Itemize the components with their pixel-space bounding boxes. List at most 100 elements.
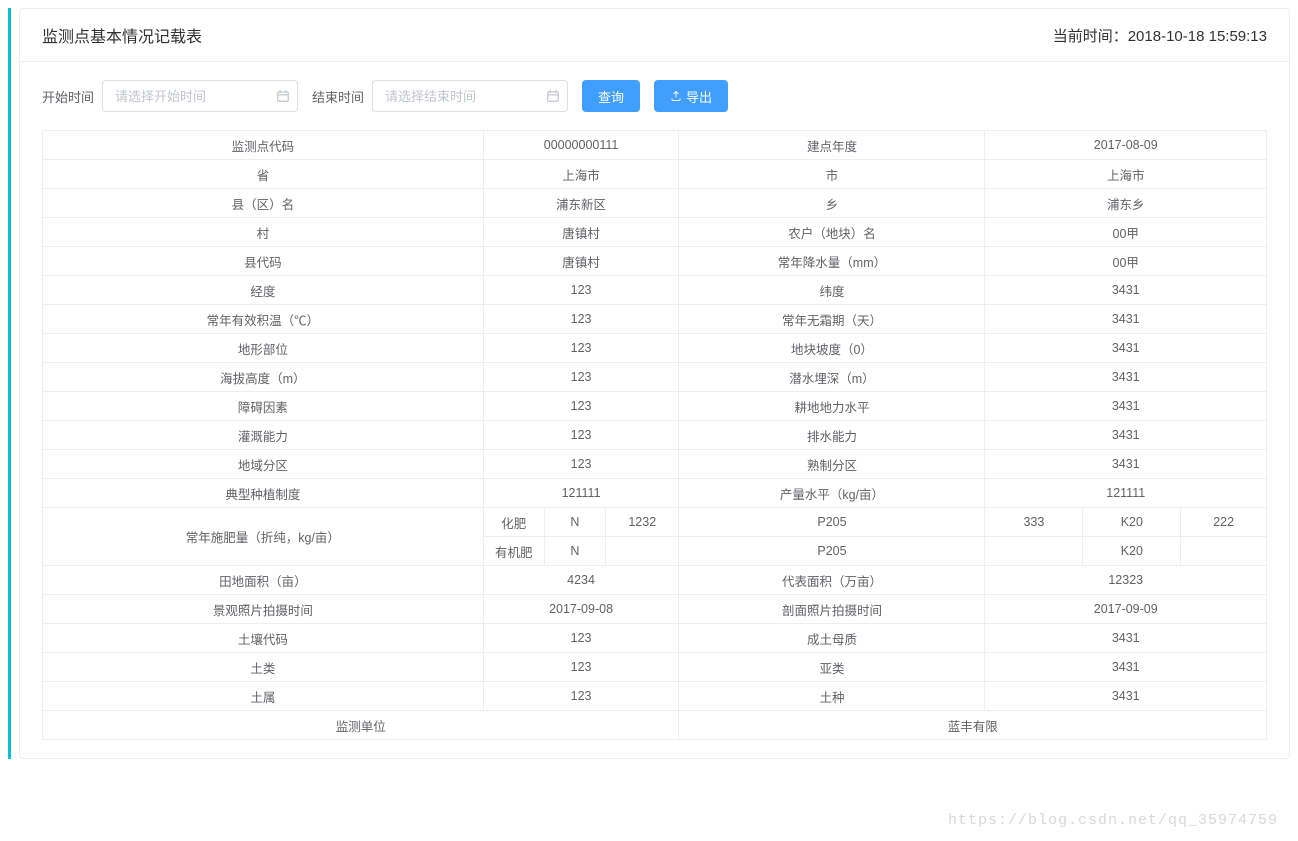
field-label: 县（区）名 (43, 189, 484, 218)
k-value: 222 (1181, 508, 1267, 537)
field-value: 12323 (985, 566, 1267, 595)
field-label: 田地面积（亩） (43, 566, 484, 595)
field-value: 3431 (985, 682, 1267, 711)
field-value: 3431 (985, 624, 1267, 653)
end-time-label: 结束时间 (312, 87, 364, 106)
start-time-input[interactable] (102, 80, 298, 112)
fertilizer-row-label: 常年施肥量（折纯，kg/亩） (43, 508, 484, 566)
field-label: 建点年度 (679, 131, 985, 160)
export-button[interactable]: 导出 (654, 80, 728, 112)
field-label: 村 (43, 218, 484, 247)
field-value: 123 (483, 305, 679, 334)
field-label: 农户（地块）名 (679, 218, 985, 247)
table-row: 常年有效积温（℃）123常年无霜期（天）3431 (43, 305, 1267, 334)
table-row: 典型种植制度121111产量水平（kg/亩）121111 (43, 479, 1267, 508)
panel-header: 监测点基本情况记载表 当前时间：2018-10-18 15:59:13 (20, 9, 1289, 62)
field-value: 00000000111 (483, 131, 679, 160)
field-value: 00甲 (985, 218, 1267, 247)
field-value: 121111 (483, 479, 679, 508)
field-label: 地形部位 (43, 334, 484, 363)
field-value: 3431 (985, 392, 1267, 421)
filter-bar: 开始时间 结束时间 查询 导出 (20, 62, 1289, 130)
field-value: 3431 (985, 450, 1267, 479)
table-row: 土属123土种3431 (43, 682, 1267, 711)
n-label: N (544, 508, 605, 537)
field-value: 上海市 (483, 160, 679, 189)
query-button[interactable]: 查询 (582, 80, 640, 112)
field-label: 熟制分区 (679, 450, 985, 479)
field-label: 土属 (43, 682, 484, 711)
current-time: 当前时间：2018-10-18 15:59:13 (1053, 25, 1267, 46)
p-value (985, 537, 1083, 566)
table-row: 县（区）名浦东新区乡浦东乡 (43, 189, 1267, 218)
field-label: 常年降水量（mm） (679, 247, 985, 276)
field-label: 地域分区 (43, 450, 484, 479)
watermark: https://blog.csdn.net/qq_35974759 (948, 812, 1278, 829)
field-label: 障碍因素 (43, 392, 484, 421)
field-label: 地块坡度（0） (679, 334, 985, 363)
end-time-input[interactable] (372, 80, 568, 112)
table-row: 地形部位123地块坡度（0）3431 (43, 334, 1267, 363)
start-time-label: 开始时间 (42, 87, 94, 106)
field-value: 123 (483, 624, 679, 653)
field-label: 土种 (679, 682, 985, 711)
field-value: 3431 (985, 334, 1267, 363)
field-label: 纬度 (679, 276, 985, 305)
fertilizer-type: 化肥 (483, 508, 544, 537)
current-time-label: 当前时间： (1053, 28, 1128, 45)
field-value: 上海市 (985, 160, 1267, 189)
field-label: 监测点代码 (43, 131, 484, 160)
export-icon (670, 90, 682, 102)
table-row: 省上海市市上海市 (43, 160, 1267, 189)
field-label: 亚类 (679, 653, 985, 682)
field-value: 2017-09-09 (985, 595, 1267, 624)
field-value: 3431 (985, 363, 1267, 392)
field-label: 经度 (43, 276, 484, 305)
field-label: 省 (43, 160, 484, 189)
field-label: 海拔高度（m） (43, 363, 484, 392)
field-value: 121111 (985, 479, 1267, 508)
field-value: 123 (483, 450, 679, 479)
calendar-icon (546, 89, 560, 103)
field-value: 123 (483, 392, 679, 421)
field-label: 潜水埋深（m） (679, 363, 985, 392)
p-label: P205 (679, 508, 985, 537)
n-label: N (544, 537, 605, 566)
field-label: 土壤代码 (43, 624, 484, 653)
start-time-group: 开始时间 (42, 80, 298, 112)
field-value: 2017-09-08 (483, 595, 679, 624)
footer-value: 蓝丰有限 (679, 711, 1267, 740)
field-value: 4234 (483, 566, 679, 595)
field-value: 浦东乡 (985, 189, 1267, 218)
table-row: 监测点代码00000000111建点年度2017-08-09 (43, 131, 1267, 160)
table-row: 监测单位蓝丰有限 (43, 711, 1267, 740)
k-value (1181, 537, 1267, 566)
end-time-input-wrap (372, 80, 568, 112)
end-time-group: 结束时间 (312, 80, 568, 112)
field-label: 县代码 (43, 247, 484, 276)
field-value: 2017-08-09 (985, 131, 1267, 160)
field-label: 产量水平（kg/亩） (679, 479, 985, 508)
field-label: 典型种植制度 (43, 479, 484, 508)
field-value: 唐镇村 (483, 247, 679, 276)
k-label: K20 (1083, 508, 1181, 537)
field-value: 123 (483, 653, 679, 682)
field-value: 3431 (985, 305, 1267, 334)
field-label: 排水能力 (679, 421, 985, 450)
field-label: 土类 (43, 653, 484, 682)
table-row: 土壤代码123成土母质3431 (43, 624, 1267, 653)
table-row: 景观照片拍摄时间2017-09-08剖面照片拍摄时间2017-09-09 (43, 595, 1267, 624)
table-row: 村唐镇村农户（地块）名00甲 (43, 218, 1267, 247)
current-time-value: 2018-10-18 15:59:13 (1128, 28, 1267, 45)
query-button-label: 查询 (598, 87, 624, 106)
field-value: 3431 (985, 276, 1267, 305)
export-button-label: 导出 (686, 87, 712, 106)
field-value: 3431 (985, 653, 1267, 682)
table-row: 障碍因素123耕地地力水平3431 (43, 392, 1267, 421)
fertilizer-type: 有机肥 (483, 537, 544, 566)
field-value: 123 (483, 421, 679, 450)
table-row: 经度123纬度3431 (43, 276, 1267, 305)
data-table: 监测点代码00000000111建点年度2017-08-09省上海市市上海市县（… (42, 130, 1267, 740)
p-value: 333 (985, 508, 1083, 537)
field-value: 123 (483, 363, 679, 392)
